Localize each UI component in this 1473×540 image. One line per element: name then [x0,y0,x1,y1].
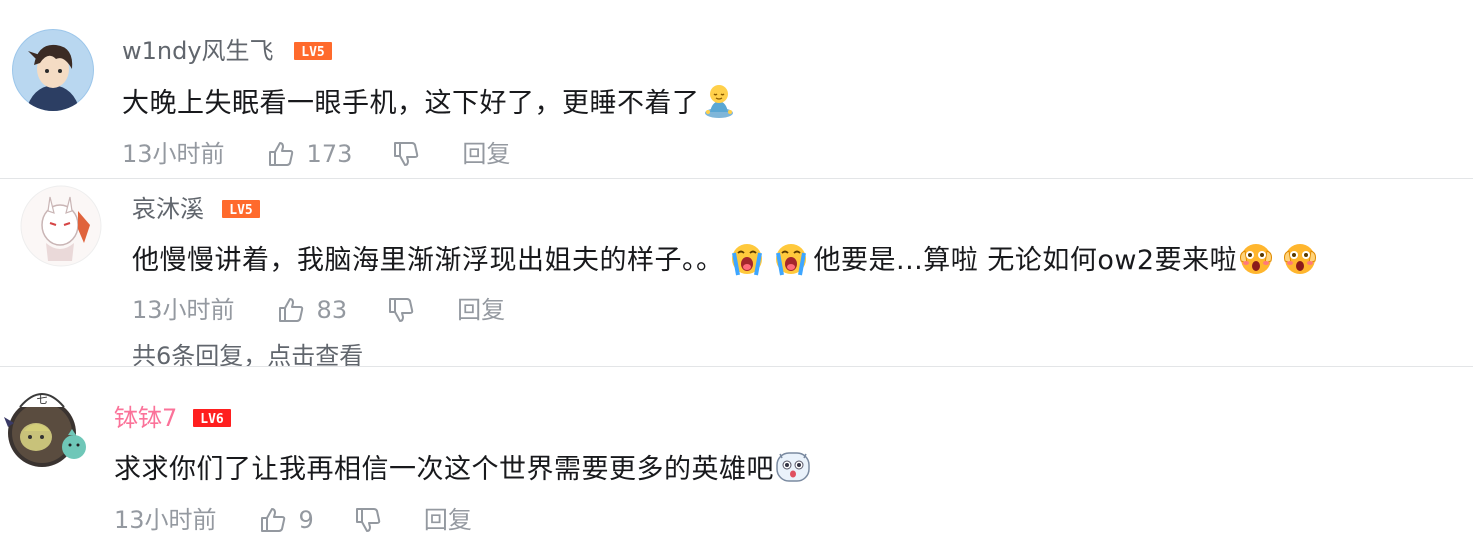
shocked-emoji-icon [1281,239,1319,277]
thumbs-down-icon [394,142,419,166]
like-button[interactable]: 83 [277,295,348,325]
dislike-button[interactable] [392,140,420,168]
comment-text-body: 求求你们了让我再相信一次这个世界需要更多的英雄吧 [114,454,774,485]
comment-text: 求求你们了让我再相信一次这个世界需要更多的英雄吧 [114,448,812,490]
dislike-button[interactable] [354,506,382,534]
level-badge: LV5 [294,42,332,60]
scared-ghost-emoji-icon [774,448,812,486]
timestamp: 13小时前 [114,506,217,534]
like-button[interactable]: 173 [267,139,353,169]
like-count: 173 [306,140,353,168]
comment-text-body: 大晚上失眠看一眼手机，这下好了，更睡不着了 [122,88,700,119]
like-count: 83 [316,296,348,324]
comment-meta: 13小时前 173 回复 [122,139,510,169]
timestamp: 13小时前 [132,296,235,324]
like-count: 9 [298,506,314,534]
shocked-emoji-icon [1237,239,1275,277]
svg-text:七: 七 [37,393,48,406]
timestamp: 13小时前 [122,140,225,168]
thumbs-down-icon [355,508,381,532]
level-badge: LV6 [193,409,231,427]
comment-text-body-2: 他要是...算啦 无论如何ow2要来啦 [813,245,1238,276]
avatar[interactable]: 七 [0,377,96,473]
crying-emoji-icon [772,239,810,277]
username[interactable]: 钵钵7 [114,403,177,433]
dislike-button[interactable] [387,296,415,324]
comment-item: 哀沐溪 LV5 他慢慢讲着，我脑海里渐渐浮现出姐夫的样子。。 他要是...算啦 … [0,179,1473,370]
level-badge: LV5 [222,200,260,218]
username[interactable]: 哀沐溪 [132,194,204,224]
svg-text:LV5: LV5 [301,45,324,60]
avatar[interactable] [20,185,102,267]
comment-text-body: 他慢慢讲着，我脑海里渐渐浮现出姐夫的样子。。 [132,245,724,276]
like-button[interactable]: 9 [259,505,314,535]
comment-text: 大晚上失眠看一眼手机，这下好了，更睡不着了 [122,82,738,124]
reply-button[interactable]: 回复 [424,505,472,535]
comment-meta: 13小时前 9 回复 [114,505,472,535]
meditating-emoji-icon [700,82,738,120]
comment-item: w1ndy风生飞 LV5 大晚上失眠看一眼手机，这下好了，更睡不着了 13小时前… [0,0,1473,178]
thumbs-up-icon [278,298,303,322]
reply-button[interactable]: 回复 [457,295,505,325]
thumbs-up-icon [260,508,285,532]
svg-text:LV5: LV5 [229,203,252,218]
reply-button[interactable]: 回复 [462,139,510,169]
avatar[interactable] [12,29,94,111]
svg-text:LV6: LV6 [200,412,224,427]
username[interactable]: w1ndy风生飞 [122,36,274,66]
crying-emoji-icon [728,239,766,277]
comment-text: 他慢慢讲着，我脑海里渐渐浮现出姐夫的样子。。 他要是...算啦 无论如何ow2要… [132,239,1319,281]
comment-item: 七 钵钵7 LV6 求求你们了让我再相信一次这个世界需要更多的英雄吧 13小时前… [0,367,1473,540]
thumbs-down-icon [389,298,414,322]
comment-meta: 13小时前 83 回复 [132,295,505,325]
thumbs-up-icon [268,142,293,166]
